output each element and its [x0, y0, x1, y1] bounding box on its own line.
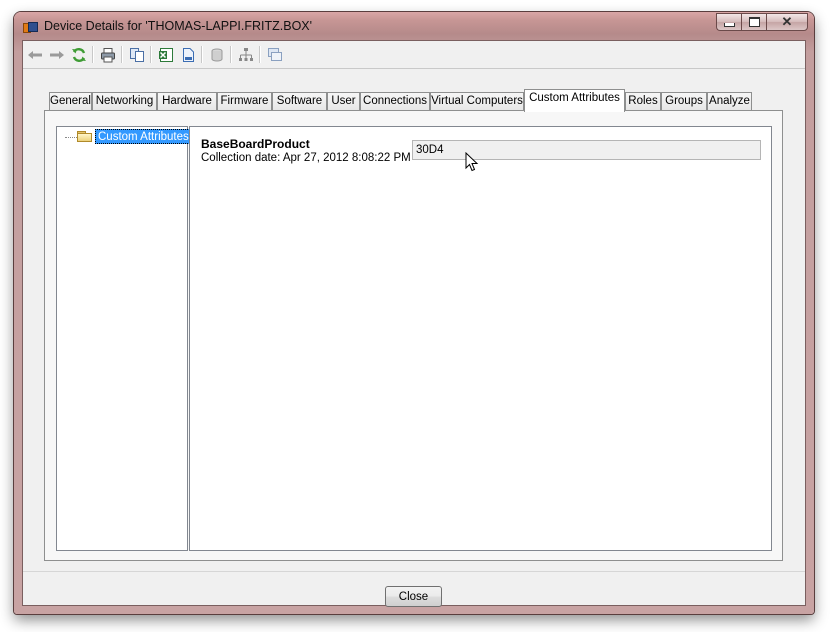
tab-networking[interactable]: Networking: [92, 92, 157, 111]
maximize-icon: [748, 17, 760, 27]
maximize-button[interactable]: [741, 13, 766, 31]
app-icon: [23, 21, 38, 33]
attribute-detail-panel: BaseBoardProduct Collection date: Apr 27…: [189, 126, 772, 551]
window-controls: ✕: [716, 13, 808, 31]
tab-connections[interactable]: Connections: [360, 92, 430, 111]
title-bar[interactable]: Device Details for 'THOMAS-LAPPI.FRITZ.B…: [14, 12, 814, 40]
document-icon[interactable]: [179, 46, 197, 63]
device-details-window: Device Details for 'THOMAS-LAPPI.FRITZ.B…: [14, 12, 814, 614]
tree-connector: [65, 137, 77, 138]
attribute-name: BaseBoardProduct: [201, 137, 310, 151]
network-tree-icon[interactable]: [237, 46, 255, 63]
refresh-icon[interactable]: [70, 46, 88, 63]
excel-export-icon[interactable]: [157, 46, 175, 63]
minimize-icon: [723, 23, 735, 27]
tab-hardware[interactable]: Hardware: [157, 92, 217, 111]
tab-roles[interactable]: Roles: [625, 92, 661, 111]
database-icon[interactable]: [208, 46, 226, 63]
print-icon[interactable]: [99, 46, 117, 63]
window-title: Device Details for 'THOMAS-LAPPI.FRITZ.B…: [44, 19, 313, 33]
attribute-tree[interactable]: Custom Attributes: [56, 126, 192, 551]
back-arrow-icon[interactable]: [26, 46, 44, 63]
tree-item-custom-attributes[interactable]: Custom Attributes: [95, 129, 192, 144]
close-button[interactable]: Close: [385, 586, 442, 607]
collection-date: Collection date: Apr 27, 2012 8:08:22 PM: [201, 152, 411, 164]
windows-icon[interactable]: [266, 46, 284, 63]
folder-icon: [77, 131, 92, 142]
toolbar-separator: [201, 46, 203, 63]
toolbar-separator: [92, 46, 94, 63]
close-window-button[interactable]: ✕: [766, 13, 808, 31]
forward-arrow-icon[interactable]: [48, 46, 66, 63]
toolbar: [23, 41, 805, 69]
client-area: General Networking Hardware Firmware Sof…: [22, 40, 806, 607]
toolbar-separator: [150, 46, 152, 63]
toolbar-separator: [121, 46, 123, 63]
copy-icon[interactable]: [128, 46, 146, 63]
tab-custom-attributes[interactable]: Custom Attributes: [524, 89, 625, 112]
toolbar-separator: [230, 46, 232, 63]
tab-virtual-computers[interactable]: Virtual Computers: [430, 92, 524, 111]
tab-groups[interactable]: Groups: [661, 92, 707, 111]
footer-divider: [23, 571, 805, 572]
tab-general[interactable]: General: [49, 92, 92, 111]
toolbar-separator: [259, 46, 261, 63]
tab-software[interactable]: Software: [272, 92, 327, 111]
tab-analyze[interactable]: Analyze: [707, 92, 752, 111]
mouse-cursor-icon: [465, 152, 479, 172]
close-icon: ✕: [781, 14, 793, 29]
tab-user[interactable]: User: [327, 92, 360, 111]
tab-firmware[interactable]: Firmware: [217, 92, 272, 111]
minimize-button[interactable]: [716, 13, 741, 31]
